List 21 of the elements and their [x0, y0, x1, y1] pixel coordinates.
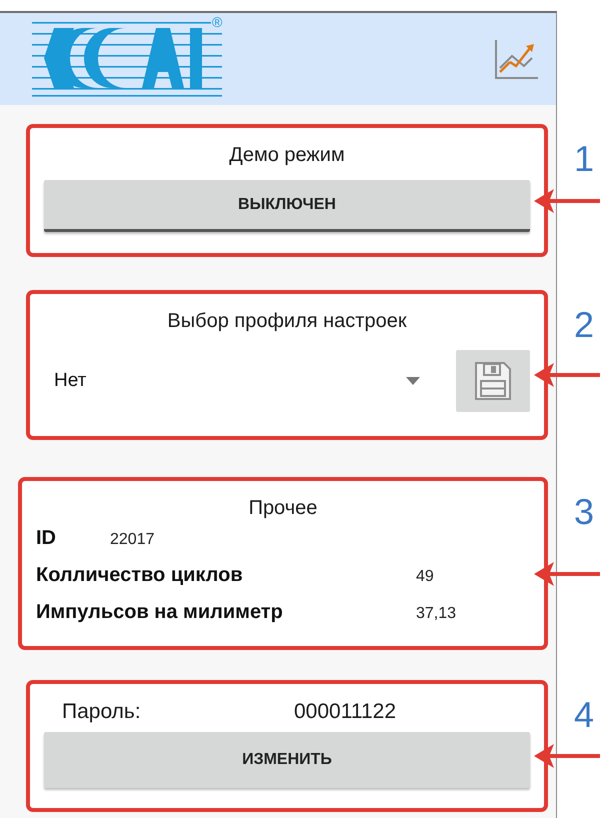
info-label: Колличество циклов: [36, 564, 244, 587]
callout-number: 2: [574, 304, 594, 346]
section-title: Выбор профиля настроек: [166, 309, 408, 334]
section-title: Прочее: [248, 496, 318, 521]
change-button[interactable]: ИЗМЕНИТЬ: [44, 732, 530, 788]
chart-icon[interactable]: [494, 38, 538, 80]
registered-mark: ®: [211, 14, 224, 30]
callout-number: 1: [574, 138, 594, 180]
section-title: Демо режим: [228, 143, 346, 168]
profile-dropdown[interactable]: Нет: [44, 359, 456, 403]
demo-mode-toggle[interactable]: ВЫКЛЮЧЕН: [44, 180, 530, 232]
dropdown-caret-icon: [406, 377, 420, 385]
password-value: 000011122: [294, 700, 396, 724]
info-value: 37,13: [416, 605, 456, 623]
callout-number: 3: [574, 491, 594, 533]
callout-number: 4: [574, 694, 594, 736]
password-label: Пароль:: [62, 700, 142, 724]
info-value: 22017: [110, 531, 154, 549]
info-value: 49: [416, 568, 434, 586]
info-label: ID: [36, 527, 56, 550]
info-label: Импульсов на милиметр: [36, 601, 284, 624]
